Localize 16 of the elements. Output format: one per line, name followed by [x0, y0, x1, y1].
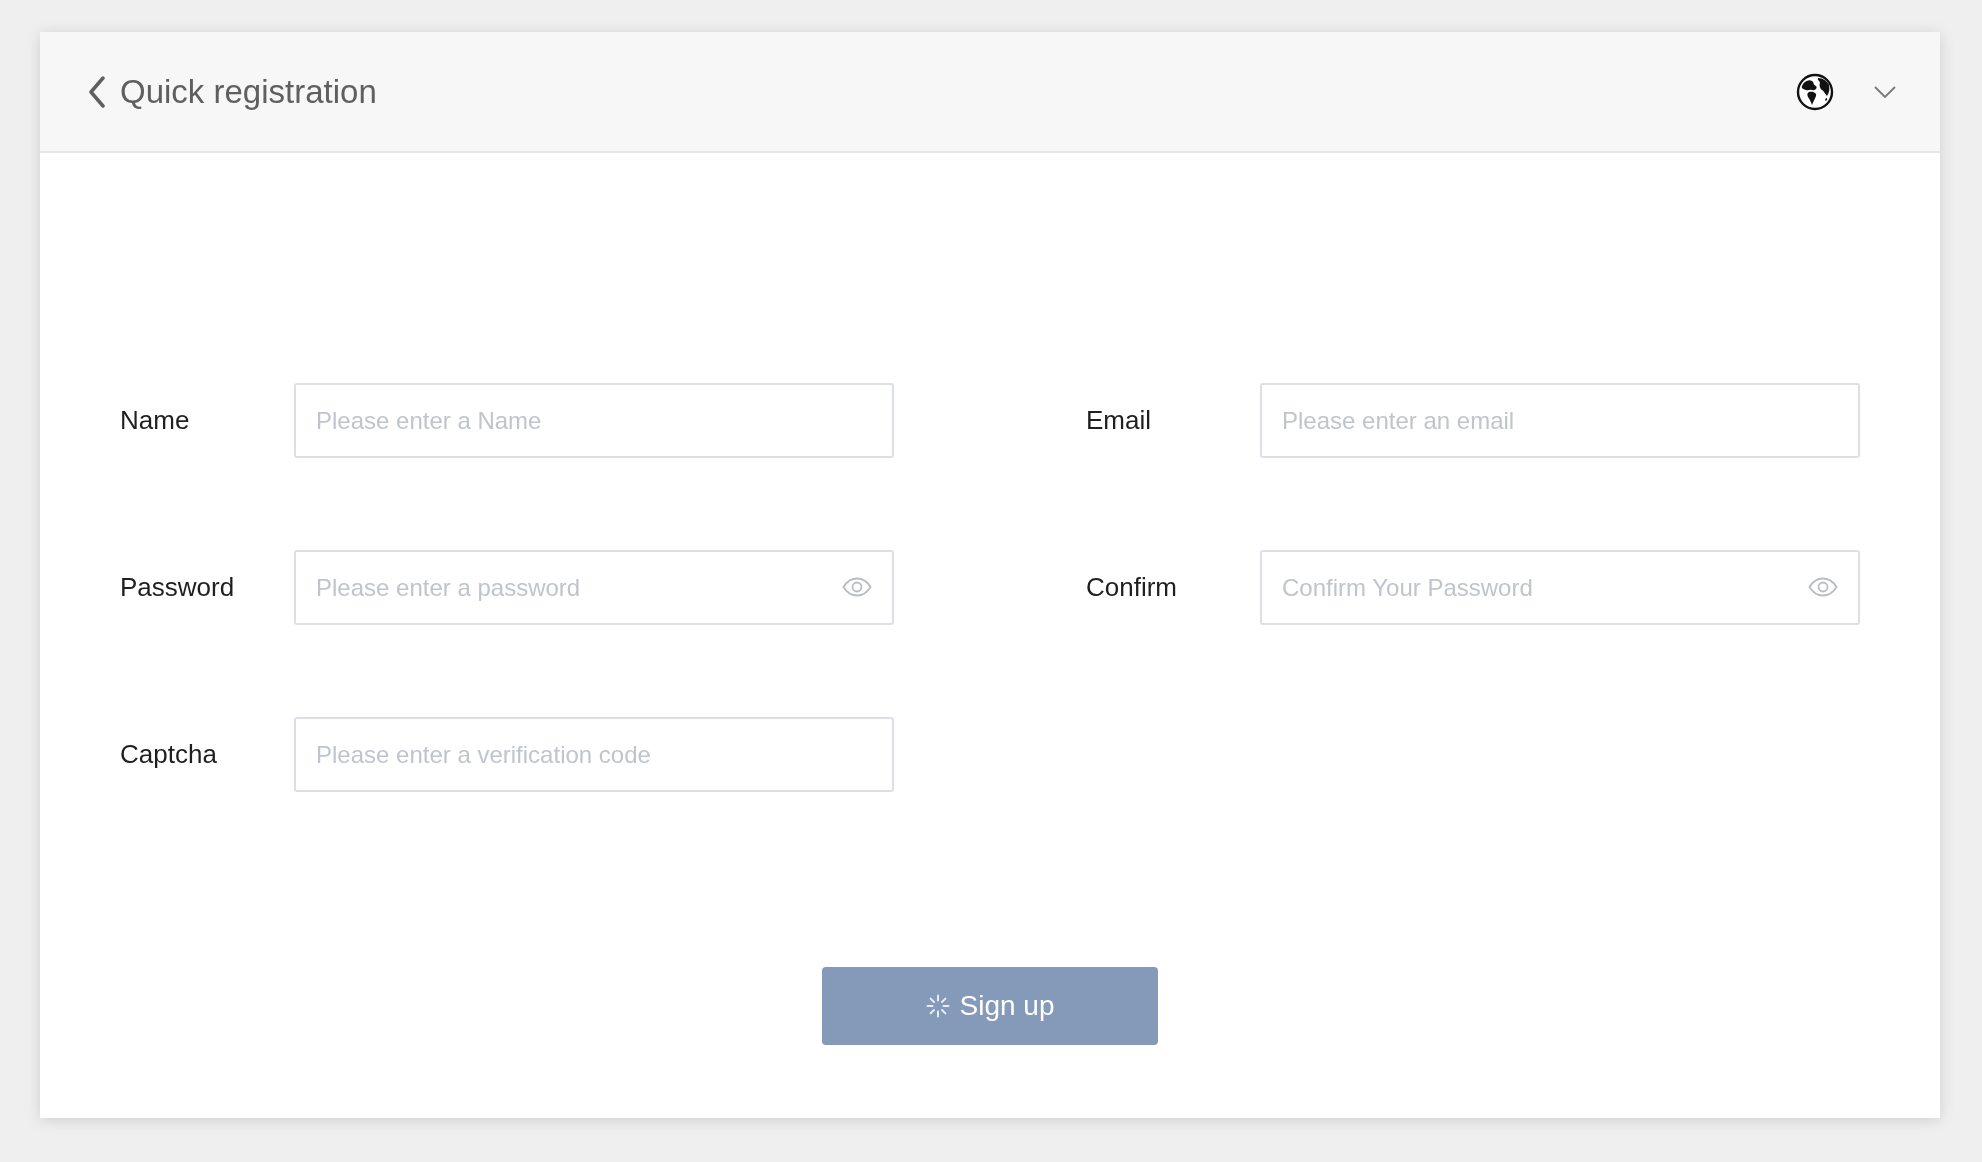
text-field[interactable]: Please enter a Name: [294, 383, 894, 458]
field-label: Captcha: [120, 738, 218, 771]
globe-icon[interactable]: [1796, 72, 1834, 111]
text-field[interactable]: Please enter a verification code: [294, 717, 894, 792]
password-field[interactable]: Confirm Your Password: [1260, 550, 1860, 625]
back-icon[interactable]: [88, 75, 106, 108]
text-field[interactable]: Please enter an email: [1260, 383, 1860, 458]
field-label: Password: [120, 571, 236, 604]
spinner-icon: [925, 994, 950, 1018]
field-label: Email: [1086, 404, 1152, 437]
field-label: Name: [120, 404, 191, 437]
field-label: Confirm: [1086, 571, 1178, 604]
sign-up-button[interactable]: Sign up: [822, 967, 1158, 1045]
password-field[interactable]: Please enter a password: [294, 550, 894, 625]
page-title: Quick registration: [120, 75, 377, 108]
chevron-down-icon[interactable]: [1874, 85, 1896, 98]
